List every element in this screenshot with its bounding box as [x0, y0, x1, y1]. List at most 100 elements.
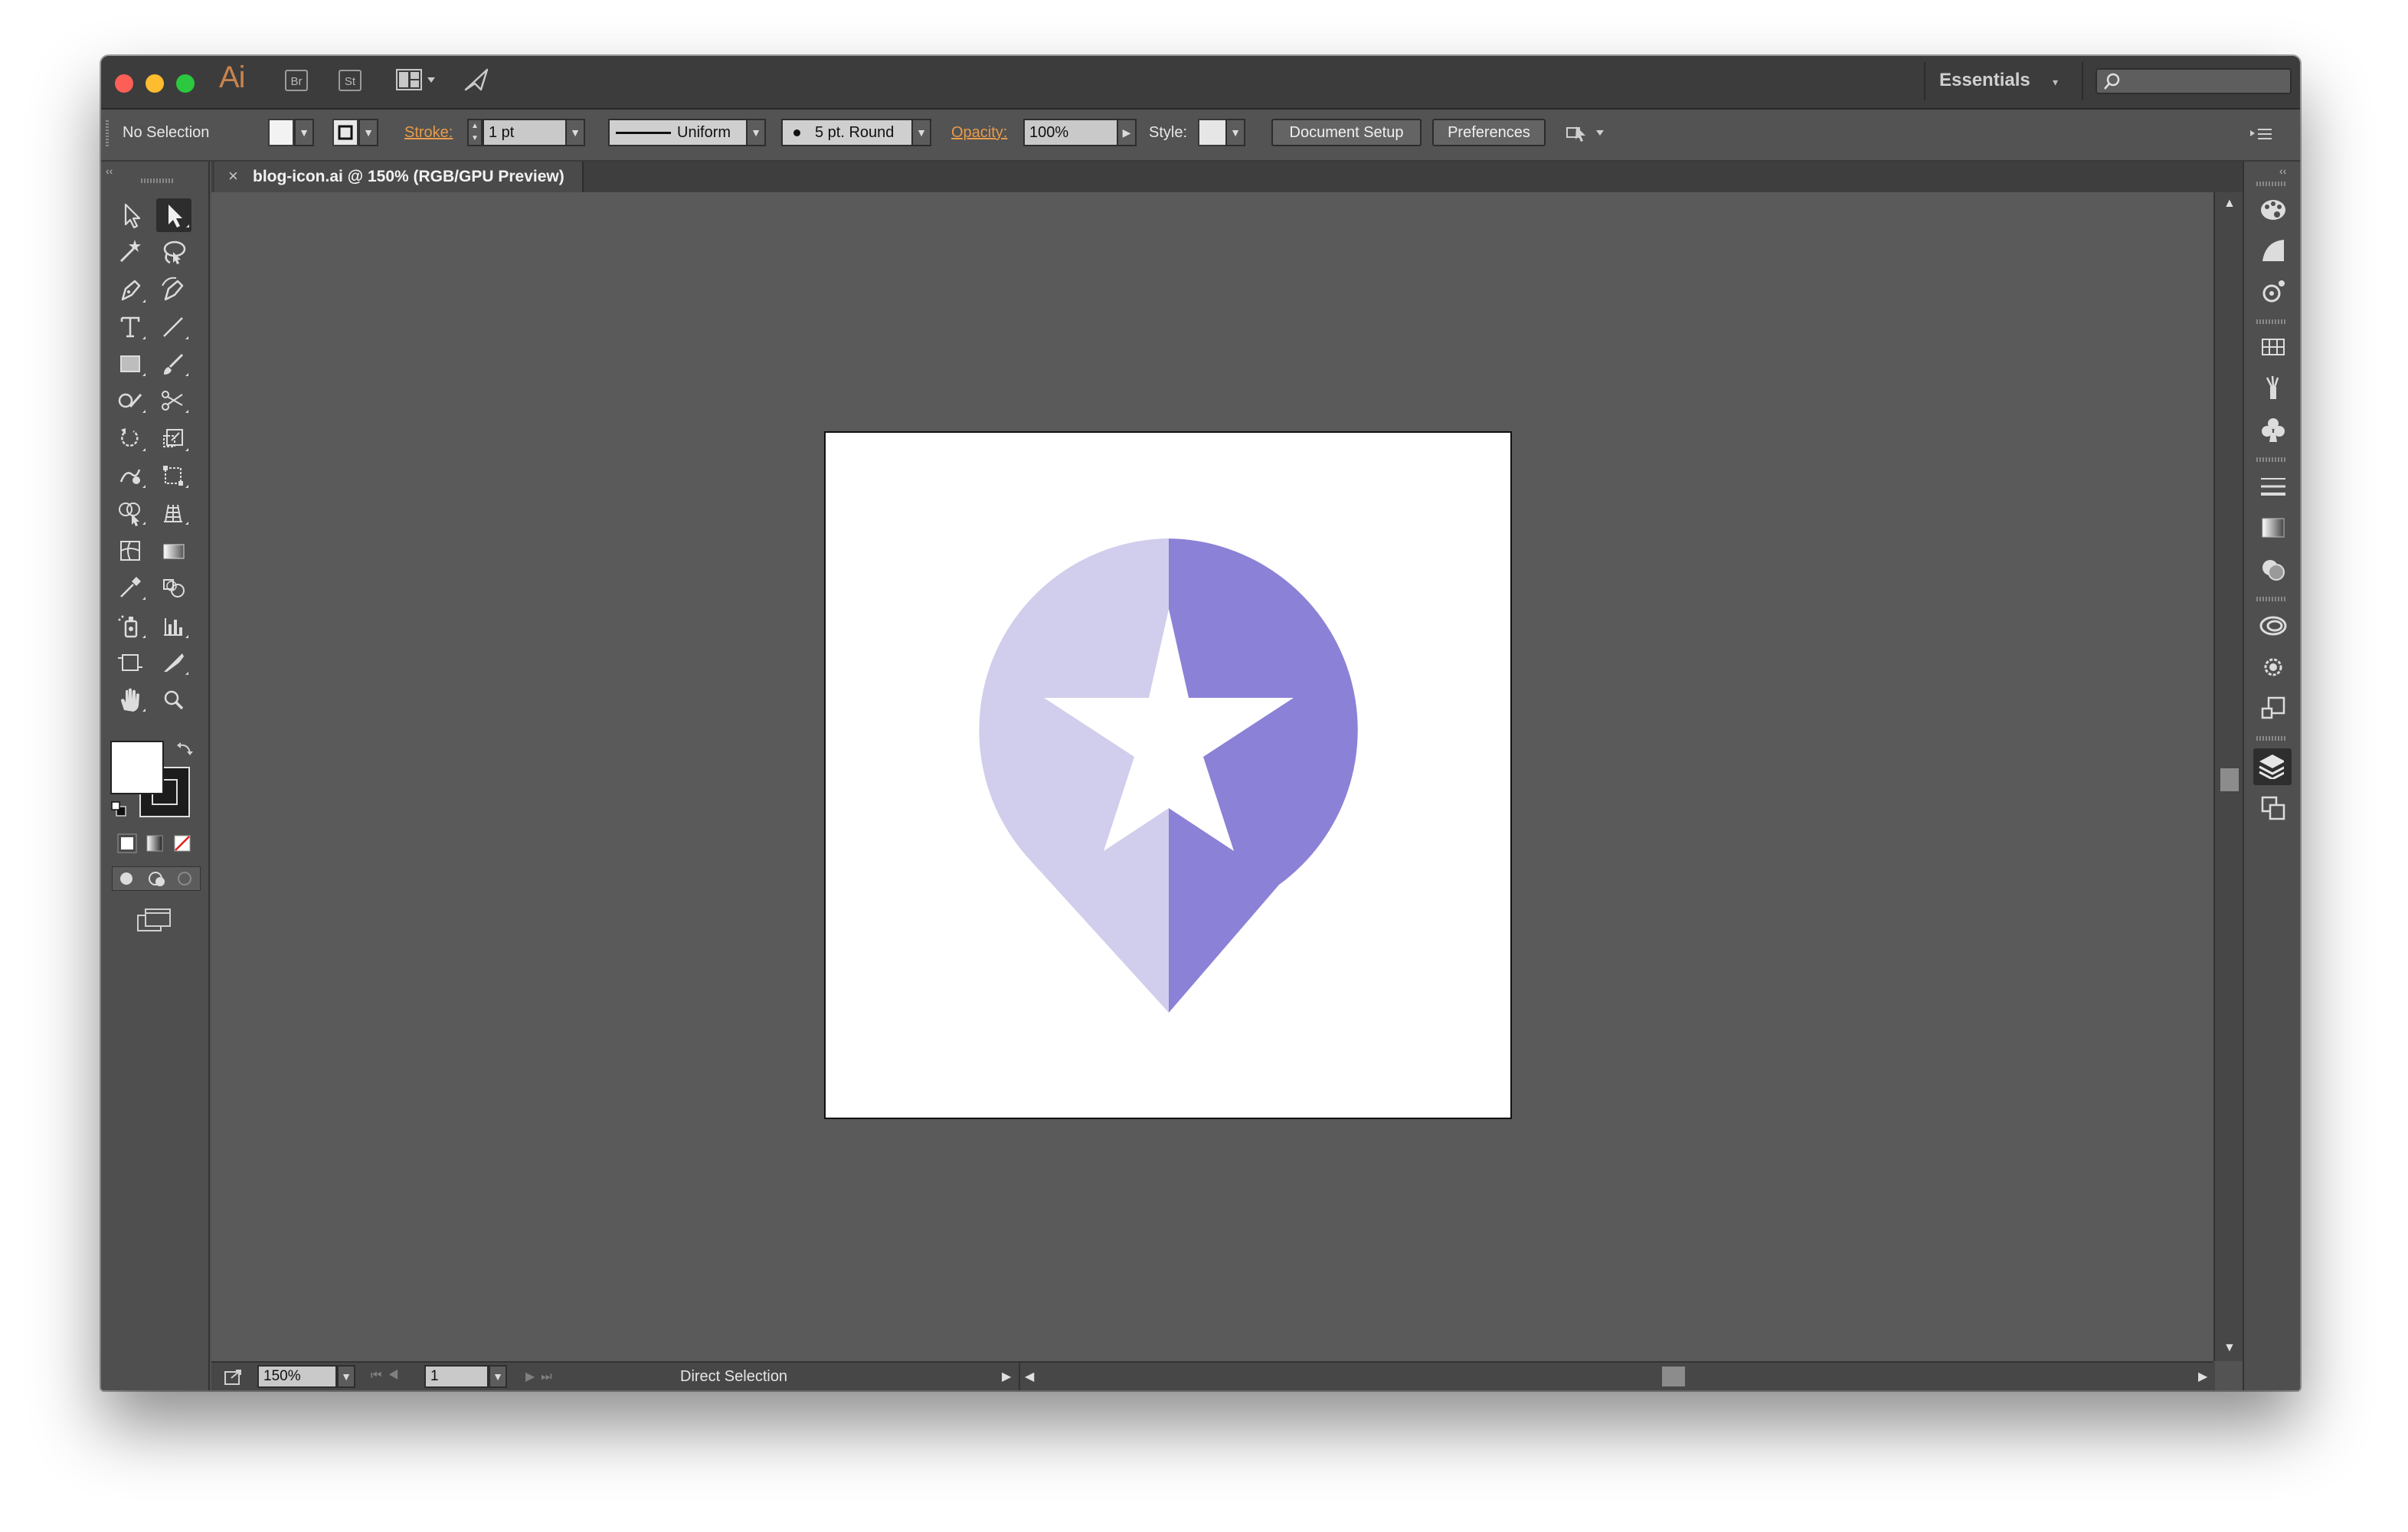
- warp-tool[interactable]: [113, 459, 149, 493]
- fill-dropdown[interactable]: ▼: [294, 119, 314, 146]
- next-last-artboard-icons[interactable]: ▶⏭: [525, 1369, 558, 1384]
- document-setup-button[interactable]: Document Setup: [1271, 119, 1422, 146]
- minimize-window-button[interactable]: [146, 74, 164, 93]
- column-graph-tool[interactable]: [156, 609, 191, 643]
- opacity-panel-link[interactable]: Opacity:: [951, 124, 1007, 142]
- control-panel-menu-button[interactable]: [2247, 123, 2275, 146]
- collapse-panel-icon[interactable]: ‹‹: [106, 165, 113, 177]
- scissors-tool[interactable]: [156, 384, 191, 417]
- pen-tool[interactable]: [113, 273, 149, 307]
- current-tool-status[interactable]: Direct Selection: [680, 1368, 787, 1386]
- direct-selection-tool[interactable]: [156, 198, 191, 232]
- artboard-number-field[interactable]: 1: [424, 1365, 489, 1388]
- default-fill-stroke-button[interactable]: [110, 800, 127, 817]
- shape-builder-tool[interactable]: [113, 496, 149, 529]
- location-pin-star-artwork[interactable]: [826, 433, 1510, 1118]
- graphic-styles-panel-button[interactable]: [2258, 652, 2289, 683]
- color-guide-panel-button[interactable]: [2258, 235, 2289, 266]
- rotate-tool[interactable]: [113, 422, 149, 456]
- line-segment-tool[interactable]: [156, 310, 191, 344]
- first-previous-artboard-icons[interactable]: ⏮◀: [371, 1369, 405, 1383]
- zoom-tool[interactable]: [156, 683, 191, 716]
- artboard[interactable]: [824, 431, 1512, 1119]
- artboard-number-dropdown[interactable]: ▼: [489, 1365, 507, 1388]
- scroll-right-icon[interactable]: ▶: [2198, 1369, 2207, 1384]
- canvas-area[interactable]: [211, 192, 2213, 1361]
- opacity-field[interactable]: 100%: [1023, 119, 1118, 146]
- none-mode-button[interactable]: [172, 833, 193, 854]
- vertical-scrollbar[interactable]: ▲ ▼: [2213, 192, 2244, 1361]
- stroke-swatch[interactable]: [332, 119, 358, 146]
- asset-export-panel-button[interactable]: [2258, 693, 2289, 724]
- scroll-left-icon[interactable]: ◀: [1025, 1369, 1034, 1384]
- swatches-panel-button[interactable]: [2258, 332, 2289, 362]
- symbols-panel-button[interactable]: [2258, 414, 2289, 445]
- slice-tool[interactable]: [156, 646, 191, 679]
- curvature-tool[interactable]: [156, 273, 191, 307]
- swap-fill-stroke-button[interactable]: [175, 739, 195, 759]
- dock-grip[interactable]: [2256, 182, 2287, 186]
- stock-button[interactable]: St: [339, 70, 362, 91]
- stroke-weight-field[interactable]: 1 pt: [483, 119, 567, 146]
- stroke-dropdown[interactable]: ▼: [358, 119, 378, 146]
- close-window-button[interactable]: [115, 74, 133, 93]
- control-bar-grip[interactable]: [106, 120, 109, 148]
- selection-tool[interactable]: [113, 198, 149, 232]
- fill-swatch[interactable]: [268, 119, 294, 146]
- workspace-switcher[interactable]: Essentials: [1939, 70, 2030, 91]
- fill-color-swatch[interactable]: [110, 741, 164, 794]
- opacity-slider-toggle[interactable]: ▶: [1117, 119, 1137, 146]
- profile-dropdown[interactable]: ▼: [746, 119, 766, 146]
- eyedropper-tool[interactable]: [113, 571, 149, 604]
- stroke-weight-stepper[interactable]: ▲ ▼: [467, 119, 483, 146]
- brush-dropdown[interactable]: ▼: [911, 119, 931, 146]
- sync-settings-button[interactable]: [461, 67, 492, 94]
- artboards-panel-button[interactable]: [2258, 793, 2289, 823]
- layers-panel-button[interactable]: [2253, 748, 2292, 785]
- stroke-panel-link[interactable]: Stroke:: [404, 124, 453, 142]
- stroke-weight-dropdown[interactable]: ▼: [565, 119, 585, 146]
- scroll-down-icon[interactable]: ▼: [2223, 1341, 2236, 1355]
- horizontal-scroll-thumb[interactable]: [1662, 1367, 1685, 1386]
- blend-tool[interactable]: [156, 571, 191, 604]
- select-similar-button[interactable]: [1562, 120, 1608, 146]
- change-screen-mode-button[interactable]: [135, 905, 175, 935]
- magic-wand-tool[interactable]: [113, 235, 149, 269]
- arrange-documents-button[interactable]: [395, 68, 441, 93]
- creative-cloud-libraries-button[interactable]: [2258, 277, 2289, 307]
- free-transform-tool[interactable]: [156, 459, 191, 493]
- tools-panel-grip[interactable]: [141, 178, 175, 183]
- scale-tool[interactable]: [156, 422, 191, 456]
- bridge-button[interactable]: Br: [285, 70, 308, 91]
- transparency-panel-button[interactable]: [2258, 554, 2289, 584]
- gradient-panel-button[interactable]: [2258, 512, 2289, 543]
- brushes-panel-button[interactable]: [2258, 373, 2289, 404]
- preferences-button[interactable]: Preferences: [1432, 119, 1546, 146]
- open-in-bridge-button[interactable]: [222, 1367, 245, 1387]
- perspective-grid-tool[interactable]: [156, 496, 191, 529]
- horizontal-scrollbar[interactable]: ◀ ▶: [1019, 1363, 2215, 1390]
- zoom-level-dropdown[interactable]: ▼: [337, 1365, 355, 1388]
- hand-tool[interactable]: [113, 683, 149, 716]
- vertical-scroll-thumb[interactable]: [2220, 768, 2239, 791]
- gradient-tool[interactable]: [156, 534, 191, 568]
- type-tool[interactable]: [113, 310, 149, 344]
- color-panel-button[interactable]: [2258, 194, 2289, 224]
- scroll-up-icon[interactable]: ▲: [2223, 197, 2236, 211]
- paintbrush-tool[interactable]: [156, 347, 191, 381]
- graphic-style-dropdown[interactable]: ▼: [1225, 119, 1245, 146]
- graphic-style-swatch[interactable]: [1198, 119, 1227, 146]
- close-tab-button[interactable]: ×: [228, 166, 238, 186]
- expand-panels-icon[interactable]: ‹‹: [2279, 165, 2286, 177]
- lasso-tool[interactable]: [156, 235, 191, 269]
- artboard-tool[interactable]: [113, 646, 149, 679]
- document-tab-title[interactable]: blog-icon.ai @ 150% (RGB/GPU Preview): [253, 168, 564, 186]
- stroke-panel-button[interactable]: [2258, 471, 2289, 502]
- help-search-input[interactable]: [2096, 68, 2292, 94]
- brush-definition[interactable]: 5 pt. Round: [781, 119, 913, 146]
- mesh-tool[interactable]: [113, 534, 149, 568]
- appearance-panel-button[interactable]: [2258, 611, 2289, 641]
- shaper-tool[interactable]: [113, 384, 149, 417]
- symbol-sprayer-tool[interactable]: [113, 609, 149, 643]
- color-mode-button[interactable]: [116, 833, 138, 854]
